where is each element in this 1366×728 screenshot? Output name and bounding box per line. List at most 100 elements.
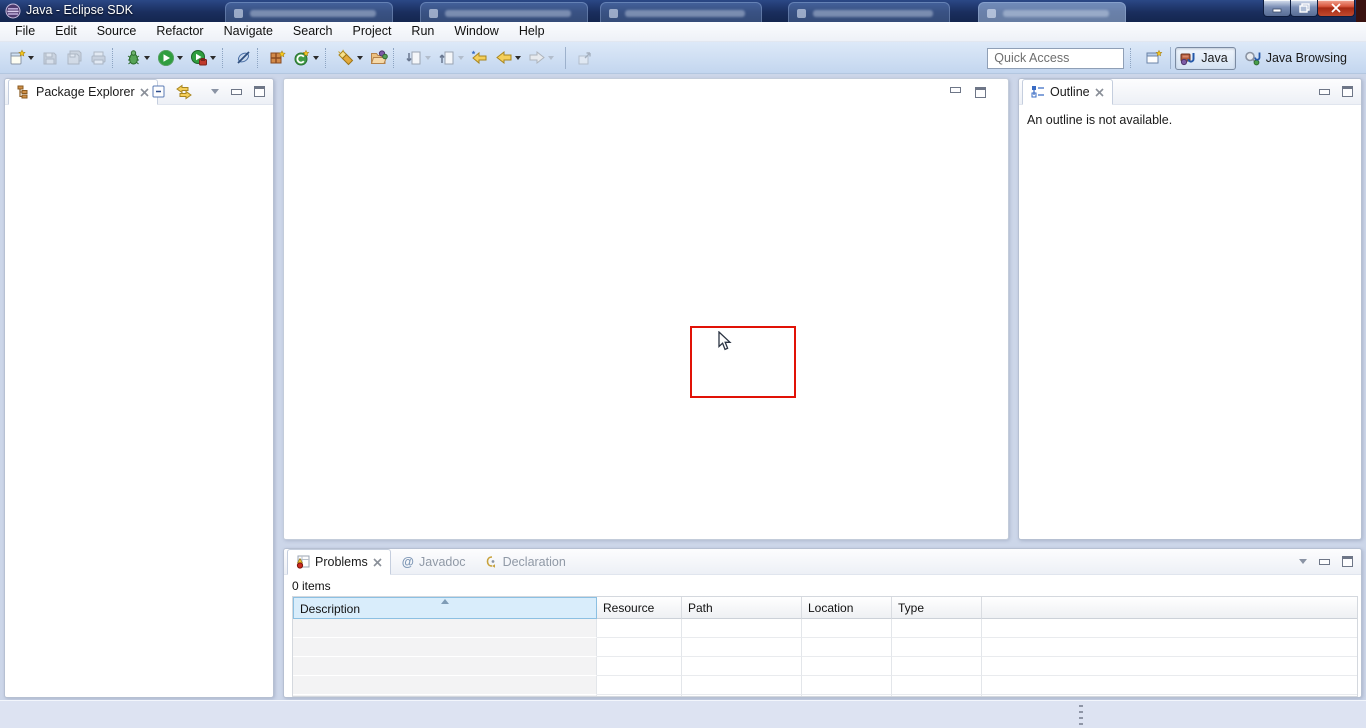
restore-editor-button[interactable] (573, 46, 597, 70)
tab-declaration[interactable]: Declaration (477, 549, 574, 574)
column-header-description[interactable]: Description (293, 597, 597, 619)
background-browser-tab (600, 2, 762, 22)
column-header-resource[interactable]: Resource (597, 597, 682, 619)
menu-source[interactable]: Source (87, 22, 147, 41)
java-perspective-icon (1180, 50, 1197, 66)
restore-window-button[interactable] (1290, 0, 1318, 17)
view-menu-icon[interactable] (1299, 559, 1307, 564)
maximize-view-icon[interactable] (1342, 86, 1353, 97)
run-button[interactable] (154, 46, 178, 70)
minimize-window-button[interactable] (1263, 0, 1291, 17)
menu-help[interactable]: Help (509, 22, 555, 41)
new-wizard-button[interactable] (5, 46, 29, 70)
save-button[interactable] (38, 46, 62, 70)
menu-project[interactable]: Project (343, 22, 402, 41)
toolbar-separator (1130, 48, 1136, 68)
sort-ascending-icon (441, 599, 449, 604)
outline-message: An outline is not available. (1019, 105, 1361, 135)
package-explorer-view: Package Explorer (4, 78, 274, 698)
package-explorer-header: Package Explorer (5, 79, 273, 105)
outline-header: Outline (1019, 79, 1361, 105)
menu-navigate[interactable]: Navigate (214, 22, 283, 41)
back-dropdown[interactable] (515, 56, 521, 60)
new-java-class-dropdown[interactable] (313, 56, 319, 60)
print-button[interactable] (86, 46, 110, 70)
open-task-button[interactable] (367, 46, 391, 70)
toolbar-separator (257, 48, 263, 68)
open-element-icon[interactable] (231, 46, 255, 70)
background-browser-tab (788, 2, 950, 22)
window-title: Java - Eclipse SDK (26, 3, 133, 17)
close-icon[interactable] (140, 88, 149, 97)
mouse-cursor-icon (718, 331, 733, 352)
close-icon[interactable] (1095, 88, 1104, 97)
view-menu-icon[interactable] (211, 89, 219, 94)
package-explorer-body (5, 105, 273, 121)
toolbar-separator (393, 48, 399, 68)
minimize-view-icon[interactable] (1319, 89, 1330, 95)
problems-table: Description Resource Path Location Type (292, 596, 1358, 697)
menu-refactor[interactable]: Refactor (146, 22, 213, 41)
debug-button[interactable] (121, 46, 145, 70)
save-all-button[interactable] (62, 46, 86, 70)
next-annotation-button[interactable] (402, 46, 426, 70)
table-row (293, 657, 1357, 676)
close-window-button[interactable] (1317, 0, 1355, 17)
table-row (293, 695, 1357, 697)
close-icon[interactable] (373, 558, 382, 567)
tab-package-explorer[interactable]: Package Explorer (8, 79, 158, 105)
tab-problems[interactable]: Problems (287, 549, 391, 575)
minimize-view-icon[interactable] (231, 89, 242, 95)
collapse-all-icon[interactable] (151, 83, 168, 100)
menu-search[interactable]: Search (283, 22, 343, 41)
tab-outline[interactable]: Outline (1022, 79, 1113, 105)
tab-javadoc[interactable]: @ Javadoc (394, 549, 474, 574)
debug-dropdown[interactable] (144, 56, 150, 60)
background-browser-tab (420, 2, 588, 22)
search-dropdown[interactable] (357, 56, 363, 60)
perspective-java-browsing-button[interactable]: Java Browsing (1240, 47, 1354, 70)
background-browser-tab (225, 2, 393, 22)
statusbar-drag-handle[interactable] (1079, 705, 1083, 726)
link-with-editor-icon[interactable] (175, 84, 193, 100)
red-annotation-rectangle (690, 326, 796, 398)
forward-dropdown[interactable] (548, 56, 554, 60)
last-edit-location-button[interactable] (468, 46, 492, 70)
new-java-project-button[interactable] (266, 46, 290, 70)
forward-button[interactable] (525, 46, 549, 70)
open-perspective-button[interactable] (1142, 46, 1166, 70)
run-external-tools-dropdown[interactable] (210, 56, 216, 60)
screen-edge (1356, 0, 1366, 22)
perspective-java-button[interactable]: Java (1175, 47, 1235, 70)
column-header-path[interactable]: Path (682, 597, 802, 619)
next-annotation-dropdown[interactable] (425, 56, 431, 60)
previous-annotation-button[interactable] (435, 46, 459, 70)
new-wizard-dropdown[interactable] (28, 56, 34, 60)
menu-window[interactable]: Window (444, 22, 508, 41)
maximize-editor-icon[interactable] (975, 87, 986, 98)
search-button[interactable] (334, 46, 358, 70)
menu-file[interactable]: File (5, 22, 45, 41)
toolbar-separator (112, 48, 118, 68)
column-header-type[interactable]: Type (892, 597, 982, 619)
minimize-editor-icon[interactable] (950, 87, 961, 93)
editor-area[interactable] (283, 78, 1009, 540)
column-header-location[interactable]: Location (802, 597, 892, 619)
run-external-tools-button[interactable] (187, 46, 211, 70)
menu-edit[interactable]: Edit (45, 22, 87, 41)
maximize-view-icon[interactable] (1342, 556, 1353, 567)
java-browsing-perspective-icon (1244, 50, 1262, 66)
quick-access-input[interactable] (987, 48, 1124, 69)
maximize-view-icon[interactable] (254, 86, 265, 97)
minimize-view-icon[interactable] (1319, 559, 1330, 565)
problems-icon (296, 555, 310, 569)
back-button[interactable] (492, 46, 516, 70)
problems-items-count: 0 items (292, 579, 331, 593)
new-java-class-button[interactable] (290, 46, 314, 70)
toolbar-right-cluster: Java Java Browsing (987, 45, 1354, 71)
run-dropdown[interactable] (177, 56, 183, 60)
toolbar-divider (565, 47, 566, 69)
menu-run[interactable]: Run (401, 22, 444, 41)
previous-annotation-dropdown[interactable] (458, 56, 464, 60)
column-header-filler (982, 597, 1357, 619)
